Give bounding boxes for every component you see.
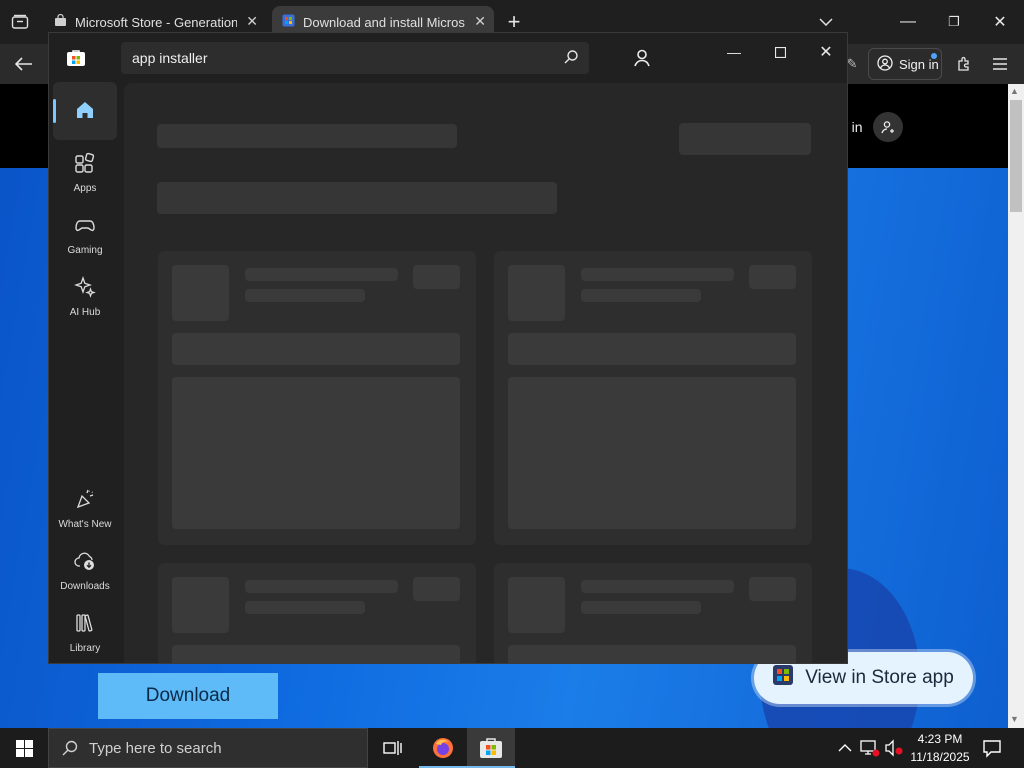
system-clock[interactable]: 4:23 PM 11/18/2025 (900, 730, 980, 766)
view-in-store-label: View in Store app (805, 667, 954, 688)
menu-icon[interactable] (980, 44, 1020, 84)
skeleton-line (245, 289, 365, 302)
back-arrow-icon[interactable] (4, 44, 44, 84)
skeleton-image (508, 377, 796, 529)
search-icon (61, 739, 79, 761)
party-popper-icon (74, 488, 96, 513)
taskbar: Type here to search 4:23 PM 11/18/2025 (0, 728, 1024, 768)
nav-label-library: Library (69, 643, 101, 654)
home-icon (74, 99, 96, 124)
skeleton-card (158, 251, 476, 545)
skeleton-bar (508, 645, 796, 663)
skeleton-thumb (508, 577, 565, 633)
skeleton-bar (508, 333, 796, 365)
skeleton-line (581, 268, 734, 281)
skeleton-line (245, 268, 398, 281)
tab-title: Microsoft Store - Generation Pr (75, 14, 237, 30)
skeleton-bar (172, 645, 460, 663)
download-button[interactable]: Download (98, 673, 278, 719)
firefox-icon[interactable] (419, 728, 467, 768)
skeleton-bar (172, 333, 460, 365)
skeleton-card (494, 251, 812, 545)
nav-label-gaming: Gaming (67, 245, 103, 256)
scroll-down-icon[interactable]: ▼ (1010, 714, 1019, 724)
store-search-value: app installer (132, 50, 208, 66)
restore-icon[interactable]: ❐ (934, 2, 974, 42)
store-window: app installer — ✕ Apps Gaming AI Hub Wha… (48, 32, 848, 664)
skeleton-line (581, 601, 701, 614)
apps-icon (74, 152, 96, 177)
game-controller-icon (74, 214, 96, 239)
network-icon[interactable] (860, 739, 880, 762)
page-sign-in-link[interactable]: n in (840, 112, 903, 142)
store-logo-icon (773, 665, 794, 691)
store-minimize-icon[interactable]: — (711, 37, 757, 67)
store-close-icon[interactable]: ✕ (803, 37, 847, 67)
store-maximize-icon[interactable] (757, 37, 803, 67)
notifications-icon[interactable] (982, 738, 1002, 763)
close-icon[interactable]: ✕ (980, 2, 1020, 42)
skeleton-line (245, 580, 398, 593)
nav-item-library[interactable]: Library (53, 604, 117, 662)
close-tab-icon[interactable]: ✕ (474, 13, 486, 30)
nav-label-downloads: Downloads (60, 581, 110, 592)
skeleton-subtitle (157, 182, 557, 214)
browser-sign-in-button[interactable]: Sign in (868, 48, 942, 80)
sparkle-icon (74, 276, 96, 301)
nav-item-whats-new[interactable]: What's New (53, 480, 117, 538)
store-account-icon[interactable] (631, 47, 653, 69)
tray-chevron-up-icon[interactable] (838, 740, 852, 758)
scrollbar-thumb[interactable] (1010, 100, 1022, 212)
search-icon[interactable] (563, 49, 579, 68)
skeleton-thumb (172, 577, 229, 633)
cloud-download-icon (74, 550, 96, 575)
skeleton-card (158, 563, 476, 663)
store-app-icon (67, 50, 85, 71)
microsoft-store-taskbar-icon[interactable] (467, 728, 515, 768)
taskbar-search-placeholder: Type here to search (89, 739, 222, 757)
minimize-icon[interactable]: — (888, 2, 928, 42)
selection-indicator (53, 99, 56, 123)
skeleton-line (245, 601, 365, 614)
skeleton-badge (413, 265, 460, 289)
close-tab-icon[interactable]: ✕ (246, 13, 258, 30)
skeleton-badge (413, 577, 460, 601)
clock-date: 11/18/2025 (910, 750, 970, 764)
library-icon (74, 612, 96, 637)
store-logo-icon (282, 14, 295, 30)
nav-label-whats-new: What's New (58, 519, 112, 530)
store-content-loading (124, 83, 847, 663)
skeleton-card (494, 563, 812, 663)
nav-label-ai-hub: AI Hub (69, 307, 101, 318)
taskbar-search-box[interactable]: Type here to search (48, 728, 368, 768)
nav-item-downloads[interactable]: Downloads (53, 542, 117, 600)
skeleton-line (581, 289, 701, 302)
nav-item-ai-hub[interactable]: AI Hub (53, 268, 117, 326)
nav-item-home[interactable] (53, 82, 117, 140)
store-search-input[interactable]: app installer (121, 42, 589, 74)
store-bag-icon (54, 13, 67, 30)
skeleton-button (679, 123, 811, 155)
skeleton-line (581, 580, 734, 593)
account-icon (877, 54, 893, 74)
skeleton-thumb (172, 265, 229, 321)
windows-start-icon[interactable] (0, 728, 48, 768)
notification-dot (931, 53, 937, 59)
tab-title: Download and install Microsoft (303, 14, 465, 30)
clock-time: 4:23 PM (917, 732, 963, 746)
skeleton-badge (749, 577, 796, 601)
skeleton-title (157, 124, 457, 148)
task-view-icon[interactable] (368, 728, 416, 768)
add-account-icon (872, 112, 903, 142)
nav-label-apps: Apps (73, 183, 97, 194)
tab-actions-icon[interactable] (0, 2, 40, 42)
nav-item-gaming[interactable]: Gaming (53, 206, 117, 264)
nav-item-apps[interactable]: Apps (53, 144, 117, 202)
extensions-icon[interactable] (944, 44, 984, 84)
scroll-up-icon[interactable]: ▲ (1010, 86, 1019, 96)
skeleton-thumb (508, 265, 565, 321)
skeleton-badge (749, 265, 796, 289)
skeleton-image (172, 377, 460, 529)
